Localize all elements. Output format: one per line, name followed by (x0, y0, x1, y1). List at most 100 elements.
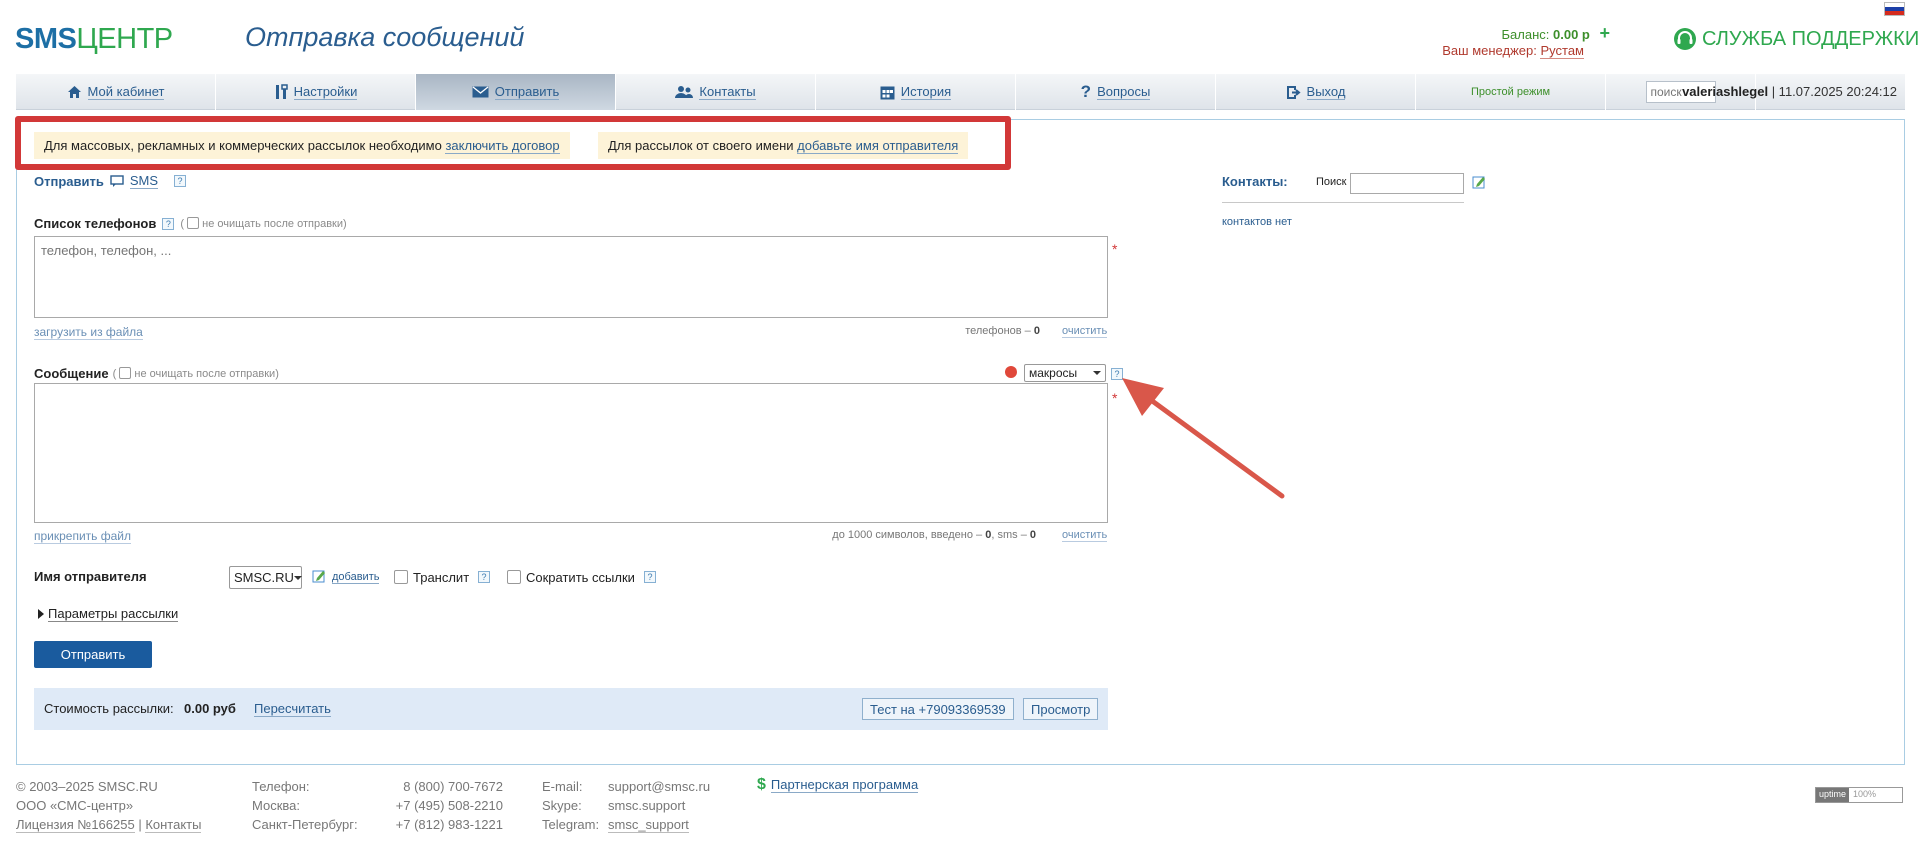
username: valeriashlegel (1682, 84, 1769, 99)
nav-settings[interactable]: Настройки (216, 74, 416, 110)
footer-telegram[interactable]: smsc_support (608, 817, 689, 833)
recalc-link[interactable]: Пересчитать (254, 701, 331, 717)
nav-contacts-label: Контакты (699, 83, 756, 100)
manager-link[interactable]: Рустам (1540, 43, 1584, 59)
datetime: | 11.07.2025 20:24:12 (1771, 84, 1897, 99)
nav-cabinet-label: Мой кабинет (87, 83, 165, 100)
headset-icon (1674, 28, 1696, 50)
sms-icon (110, 174, 124, 187)
calendar-icon (880, 86, 895, 99)
help-icon[interactable]: ? (174, 175, 187, 187)
footer-spb-label: Санкт-Петербург: (252, 817, 358, 832)
nav-history-label: История (900, 83, 952, 100)
add-sender-button[interactable]: добавить (332, 571, 380, 584)
footer-company-name: ООО «СМС-центр» (16, 798, 134, 813)
nav-faq[interactable]: ? Вопросы (1016, 74, 1216, 110)
load-file-link[interactable]: загрузить из файла (34, 325, 143, 340)
nav-settings-label: Настройки (293, 83, 358, 100)
exit-icon (1286, 85, 1301, 99)
users-icon (675, 86, 694, 98)
nav-exit[interactable]: Выход (1216, 74, 1416, 110)
shorten-links-help-icon[interactable]: ? (644, 571, 656, 583)
footer-email[interactable]: support@smsc.ru (608, 777, 710, 796)
phones-help-icon[interactable]: ? (162, 217, 175, 230)
footer-telegram-label: Telegram: (542, 817, 600, 832)
footer-skype-label: Skype: (542, 798, 582, 813)
footer-contacts-link[interactable]: Контакты (145, 817, 202, 833)
shorten-links-checkbox[interactable] (507, 570, 521, 584)
balance: Баланс: 0.00 р + (1340, 23, 1611, 44)
send-button[interactable]: Отправить (34, 641, 152, 668)
phones-clear-link[interactable]: очистить (1062, 325, 1108, 338)
emoji-icon[interactable] (1005, 366, 1017, 378)
preview-button[interactable]: Просмотр (1023, 698, 1099, 720)
tools-icon (275, 84, 288, 99)
nav-contacts[interactable]: Контакты (616, 74, 816, 110)
support-link[interactable]: СЛУЖБА ПОДДЕРЖКИ (1672, 26, 1919, 52)
test-send-button[interactable]: Тест на +79093369539 (862, 698, 1014, 720)
attach-file-link[interactable]: прикрепить файл (34, 529, 132, 544)
macros-value: макросы (1029, 366, 1078, 380)
shorten-links-label: Сократить ссылки (526, 570, 635, 585)
sender-value: SMSC.RU (234, 570, 294, 585)
support-label: СЛУЖБА ПОДДЕРЖКИ (1702, 27, 1920, 50)
balance-label: Баланс: (1501, 27, 1550, 42)
add-balance-icon[interactable]: + (1599, 23, 1610, 43)
message-no-clear-label: не очищать после отправки (134, 368, 276, 380)
page-title: Отправка сообщений (245, 22, 525, 52)
footer-phone: 8 (800) 700-7672 (403, 779, 503, 794)
triangle-right-icon (38, 609, 44, 619)
license-link[interactable]: Лицензия №166255 (16, 817, 135, 833)
chevron-down-icon (1093, 371, 1101, 375)
highlight-box (15, 116, 1011, 170)
uptime-badge[interactable]: uptime 100% (1815, 787, 1903, 803)
contacts-divider (1222, 202, 1464, 203)
partner-link[interactable]: Партнерская программа (770, 777, 919, 793)
translit-help-icon[interactable]: ? (478, 571, 490, 583)
phones-count: 0 (1033, 325, 1040, 337)
logo-sms: SMS (15, 23, 77, 55)
phones-textarea[interactable] (34, 236, 1108, 318)
cost-bar: Стоимость рассылки: 0.00 руб Пересчитать… (34, 688, 1108, 730)
contacts-search-input[interactable] (1350, 173, 1464, 194)
partner-program[interactable]: $ Партнерская программа (757, 776, 919, 794)
macros-select[interactable]: макросы (1024, 364, 1106, 382)
russian-flag-icon[interactable] (1884, 2, 1905, 16)
nav-cabinet[interactable]: Мой кабинет (16, 74, 216, 110)
uptime-label: uptime (1816, 788, 1850, 802)
sender-select[interactable]: SMSC.RU (229, 566, 302, 589)
logo[interactable]: SMSЦЕНТР (15, 23, 173, 56)
message-no-clear: ( не очищать после отправки) (112, 367, 279, 380)
user-info: valeriashlegel | 11.07.2025 20:24:12 (1682, 84, 1897, 99)
cost-value: 0.00 руб (184, 701, 236, 716)
home-icon (67, 86, 81, 98)
phones-no-clear-checkbox[interactable] (187, 217, 200, 229)
phones-required-mark: * (1112, 241, 1118, 257)
edit-contacts-icon[interactable] (1472, 175, 1486, 189)
sms-type-link[interactable]: SMS (129, 173, 159, 189)
dollar-icon: $ (757, 776, 766, 793)
message-label-row: Сообщение ( не очищать после отправки) (34, 366, 279, 381)
params-toggle[interactable]: Параметры рассылки (38, 606, 179, 622)
manager-label: Ваш менеджер: (1442, 43, 1537, 58)
message-stats-prefix: до 1000 символов, введено – (832, 529, 983, 541)
edit-icon[interactable] (312, 569, 326, 583)
message-no-clear-checkbox[interactable] (119, 367, 132, 379)
nav-history[interactable]: История (816, 74, 1016, 110)
message-textarea[interactable] (34, 383, 1108, 523)
simple-mode-link[interactable]: Простой режим (1416, 74, 1606, 110)
chevron-down-icon (293, 575, 302, 580)
params-label: Параметры рассылки (48, 606, 179, 622)
footer-moscow-label: Москва: (252, 798, 300, 813)
send-title-row: Отправить SMS ? (34, 173, 187, 189)
message-sms: 0 (1029, 529, 1036, 541)
message-counter: до 1000 символов, введено – 0, sms – 0 (770, 529, 1036, 541)
nav-send[interactable]: Отправить (416, 74, 616, 110)
message-clear-link[interactable]: очистить (1062, 529, 1108, 542)
footer-email-label: E-mail: (542, 779, 583, 794)
translit-checkbox[interactable] (394, 570, 408, 584)
footer-phone-label: Телефон: (252, 779, 310, 794)
nav-send-label: Отправить (494, 83, 560, 100)
phones-label: Список телефонов (34, 216, 157, 231)
footer-skype[interactable]: smsc.support (608, 796, 710, 815)
